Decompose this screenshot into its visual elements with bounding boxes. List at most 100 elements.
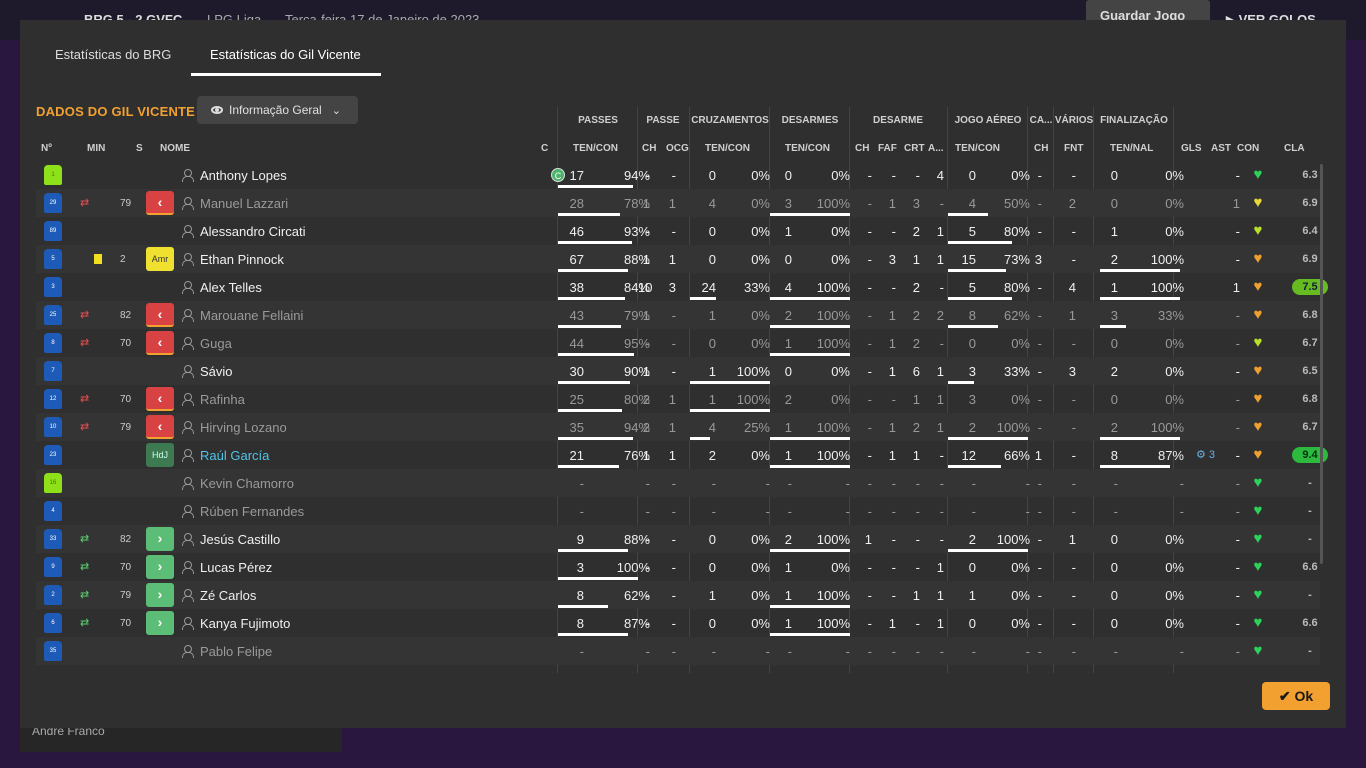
player-name[interactable]: Alex Telles [200,280,262,295]
column-header[interactable]: S [136,143,143,154]
stat-value: - [1025,504,1030,519]
column-header[interactable]: CH [1034,143,1048,154]
table-row[interactable]: 4 Rúben Fernandes - - - - - - - - - - - - - - - - - - - ♥ - [36,497,1320,525]
shirt-number: 35 [44,641,62,661]
goals-ball-icon: ⚙ 3 [1196,449,1216,461]
table-row[interactable]: 2 ⇄ 79 › Zé Carlos 8 62% - -1 0% 1 100% - -1 1 1 0% - -0 0%… [36,581,1320,609]
table-row[interactable]: 3 Alex Telles 38 84% 10 3 24 33% 4 100% - -2-5 80% -4… [36,273,1328,301]
subbed-on-icon: › [146,527,174,551]
player-name[interactable]: Pablo Felipe [200,644,272,659]
column-header[interactable]: TEN/CON [955,143,1000,154]
player-name[interactable]: Alessandro Circati [200,224,306,239]
table-row[interactable]: 29 ⇄ 79 ‹ Manuel Lazzari 28 78% 1 1 4 0% 3 100% -1 3-4… [36,189,1320,217]
stat-value: 3 [888,252,896,267]
stat-value: 1 [642,252,650,267]
stat-value: - [1037,504,1042,519]
table-row[interactable]: 10 ⇄ 79 ‹ Hirving Lozano 35 94% 2 1 4 25% 1 100% -1 2 1… [36,413,1320,441]
stat-value: 1 [1110,280,1118,295]
stat-value: 46 [569,224,584,239]
stat-value: - [765,476,770,491]
column-header[interactable]: TEN/CON [705,143,750,154]
stat-value: - [787,644,792,659]
player-name[interactable]: Jesús Castillo [200,532,280,547]
stat-value: 0 [1110,560,1118,575]
player-name[interactable]: Ethan Pinnock [200,252,284,267]
table-row[interactable]: 33 ⇄ 82 › Jesús Castillo 9 88% - -0 0% 2 100% 1- - -2 1… [36,525,1320,553]
player-name[interactable]: Rúben Fernandes [200,504,304,519]
player-name[interactable]: Marouane Fellaini [200,308,303,323]
table-scrollbar[interactable] [1320,164,1323,564]
table-row[interactable]: 89 Alessandro Circati 46 93% - -0 0% 1 0% - -2 1 5 80… [36,217,1320,245]
table-row[interactable]: 6 ⇄ 70 › Kanya Fujimoto 8 87% - -0 0% 1 100% -1-1 0 0%… [36,609,1320,637]
table-row[interactable]: 35 Pablo Felipe - - - - - - - - - - - - - - - - - - - ♥ - [36,637,1320,665]
stat-value: - [1037,532,1042,547]
view-dropdown[interactable]: Informação Geral ⌄ [197,96,358,124]
column-header[interactable]: C [541,143,548,154]
table-row[interactable]: 9 ⇄ 70 › Lucas Pérez 3 100% - -0 0% 1 0% - - -1 0 0% - -0 0… [36,553,1320,581]
stat-value: 1 [936,616,944,631]
stat-value: 2 [784,532,792,547]
stat-value: 3 [784,196,792,211]
player-name[interactable]: Lucas Pérez [200,560,272,575]
save-game-button[interactable]: Guardar Jogo [1086,0,1210,23]
column-header[interactable]: FAF [878,143,897,154]
table-row[interactable]: 8 ⇄ 70 ‹ Guga 44 95% - -0 0% 1 100% -1 2-0 0% - -0 0% - ♥ 6.… [36,329,1320,357]
column-header[interactable]: GLS [1181,143,1202,154]
stat-value: - [1179,476,1184,491]
player-name[interactable]: Zé Carlos [200,588,256,603]
player-name[interactable]: Anthony Lopes [200,168,287,183]
stat-value: 5 [968,224,976,239]
stat-value: - [765,504,770,519]
player-name[interactable]: Sávio [200,364,233,379]
column-header[interactable]: CRT [904,143,925,154]
stat-bar [558,409,622,412]
column-header[interactable]: CH [855,143,869,154]
player-name[interactable]: Kevin Chamorro [200,476,294,491]
table-row[interactable]: 16 Kevin Chamorro - - - - - - - - - - - - - - - - - - - ♥ - [36,469,1320,497]
player-name[interactable]: Raúl García [200,448,269,463]
stat-value: 62% [1003,308,1030,323]
player-avatar-icon [182,421,194,434]
stat-value: 1 [968,588,976,603]
column-header[interactable]: FNT [1064,143,1083,154]
column-header[interactable]: OCG [666,143,689,154]
player-name[interactable]: Kanya Fujimoto [200,616,290,631]
player-avatar-icon [182,589,194,602]
column-header[interactable]: A... [928,143,944,154]
player-name[interactable]: Rafinha [200,392,245,407]
player-avatar-icon [182,225,194,238]
stat-value: 0 [1110,336,1118,351]
stat-value: - [1037,616,1042,631]
stat-value: 2 [642,420,650,435]
stat-value: - [645,588,650,603]
column-header[interactable]: CH [642,143,656,154]
column-header[interactable]: CLA [1284,143,1305,154]
stat-value: 25% [743,420,770,435]
stat-value: - [1113,504,1118,519]
stat-value: - [671,616,676,631]
condition-heart-icon: ♥ [1253,474,1263,491]
table-row[interactable]: 1 Anthony Lopes C 17 94% - -0 0% 0 0% - - -4 0 0% - -0 0%… [36,161,1320,189]
table-row[interactable]: 25 ⇄ 82 ‹ Marouane Fellaini 43 79% 1-1 0% 2 100% -1… [36,301,1320,329]
player-name[interactable]: Manuel Lazzari [200,196,288,211]
stat-value: 0 [1110,196,1118,211]
table-row[interactable]: 23 HdJ Raúl García 21 76% 1 1 2 0% 1 100% -1 1-12 66%… [36,441,1328,469]
column-header[interactable]: TEN/CON [785,143,830,154]
column-header[interactable]: AST [1211,143,1231,154]
column-header[interactable]: TEN/CON [573,143,618,154]
tab-gil-vicente-stats[interactable]: Estatísticas do Gil Vicente [210,47,361,62]
column-header[interactable]: NOME [160,143,190,154]
subbed-off-icon: ‹ [146,191,174,215]
tab-brg-stats[interactable]: Estatísticas do BRG [55,47,171,62]
column-header[interactable]: Nº [41,143,52,154]
column-header[interactable]: TEN/NAL [1110,143,1153,154]
table-row[interactable]: 5 2 Amr Ethan Pinnock 67 88% 1 1 0 0% 0 0% -3 1 1 15 73%… [36,245,1320,273]
table-row[interactable]: 7 Sávio 30 90% 1-1 100% 0 0% -1 6 1 3 33% -3 2 0% - ♥ 6.5 [36,357,1320,385]
table-row[interactable]: 12 ⇄ 70 ‹ Rafinha 25 80% 2 1 1 100% 2 0% - -1 1 3 0% - -0 0%… [36,385,1320,413]
column-header[interactable]: CON [1237,143,1259,154]
ok-button[interactable]: ✔ Ok [1262,682,1330,710]
player-name[interactable]: Guga [200,336,232,351]
stat-value: 1 [642,448,650,463]
player-name[interactable]: Hirving Lozano [200,420,287,435]
column-header[interactable]: MIN [87,143,105,154]
